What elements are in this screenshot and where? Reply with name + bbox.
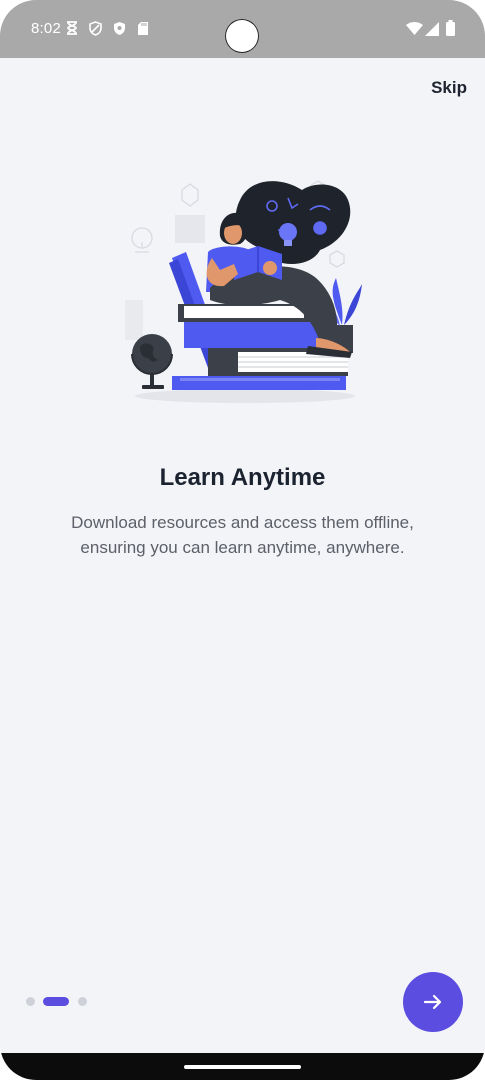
onboarding-title: Learn Anytime — [159, 464, 326, 491]
page-dot — [26, 997, 35, 1006]
woman-reading-on-books-illustration — [125, 180, 362, 403]
sd-card-icon — [138, 22, 148, 35]
status-bar: 8:02 — [0, 0, 485, 58]
hourglass-icon — [67, 21, 77, 35]
signal-icon — [425, 22, 439, 36]
home-indicator[interactable] — [184, 1065, 301, 1069]
phone-screen: 8:02 Skip Learn Anytime Download resourc… — [0, 0, 485, 1080]
battery-icon — [446, 20, 455, 36]
status-time: 8:02 — [31, 20, 61, 37]
wifi-icon — [406, 22, 423, 35]
next-button[interactable] — [403, 972, 463, 1032]
shield-icon — [89, 21, 102, 36]
arrow-right-icon — [423, 994, 442, 1010]
security-badge-icon — [114, 22, 125, 35]
skip-button[interactable]: Skip — [431, 78, 467, 98]
description-line: ensuring you can learn anytime, anywhere… — [80, 538, 405, 557]
onboarding-description: Download resources and access them offli… — [20, 510, 465, 560]
description-line: Download resources and access them offli… — [71, 513, 414, 532]
page-dot-active — [43, 997, 69, 1006]
front-camera — [225, 19, 259, 53]
page-dot — [78, 997, 87, 1006]
navigation-bar — [0, 1053, 485, 1080]
